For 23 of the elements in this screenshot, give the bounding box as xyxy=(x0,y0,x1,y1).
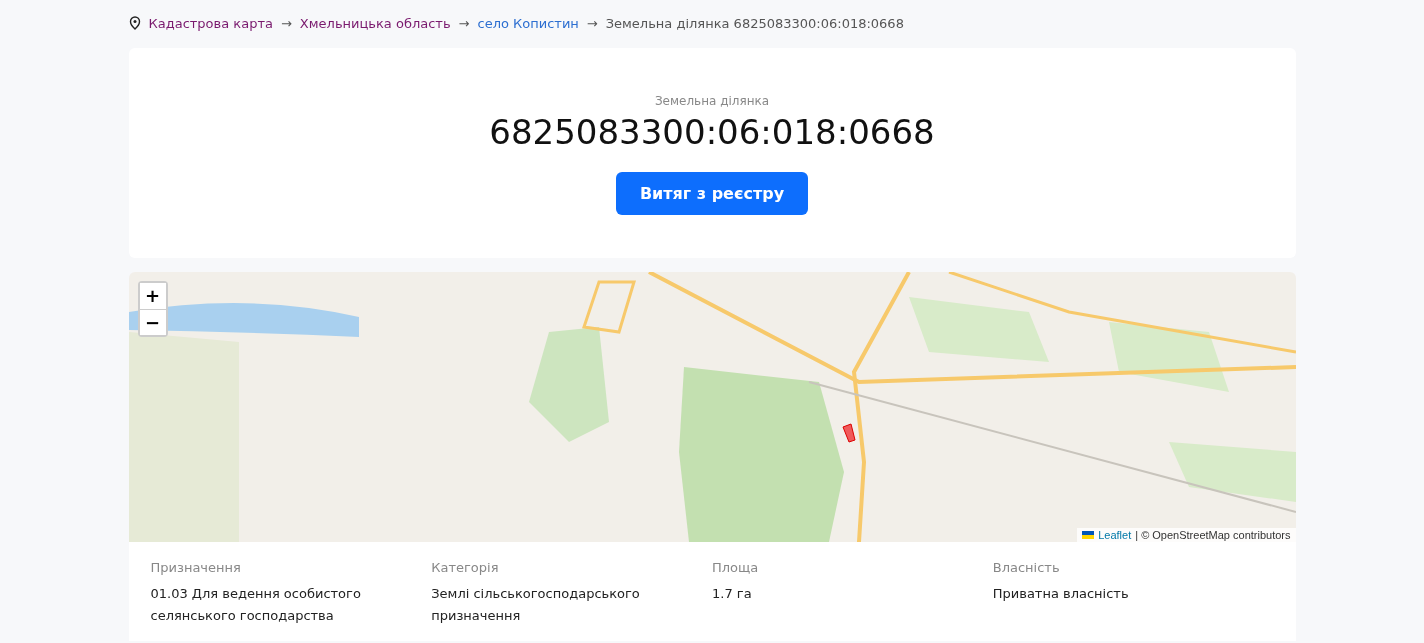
detail-value: 01.03 Для ведення особистого селянського господарства xyxy=(150,585,362,625)
detail-value: Землі сільськогосподарського призначення xyxy=(431,585,641,625)
breadcrumb-current: Земельна ділянка 6825083300:06:018:0668 xyxy=(605,15,904,31)
detail-value: 1.7 га xyxy=(712,585,753,603)
flag-icon xyxy=(1082,531,1095,539)
parcel-subtitle: Земельна ділянка xyxy=(654,94,770,108)
detail-value: Приватна власність xyxy=(992,585,1130,603)
breadcrumb-link[interactable]: Хмельницька область xyxy=(299,15,451,31)
cadastral-number: 6825083300:06:018:0668 xyxy=(489,112,935,152)
breadcrumb-separator: → xyxy=(586,15,598,31)
zoom-out-button[interactable]: − xyxy=(139,309,166,335)
breadcrumb-separator: → xyxy=(280,15,292,31)
extract-button[interactable]: Витяг з реєстру xyxy=(615,172,809,215)
breadcrumb-link[interactable]: Кадастрова карта xyxy=(148,15,273,31)
detail-label: Площа xyxy=(712,560,760,575)
detail-label: Призначення xyxy=(150,560,242,575)
detail-label: Власність xyxy=(992,560,1061,575)
detail-label: Категорія xyxy=(431,560,500,575)
breadcrumb-link[interactable]: село Копистин xyxy=(477,15,579,31)
location-pin-icon xyxy=(128,16,141,30)
leaflet-link[interactable]: Leaflet xyxy=(1098,529,1132,541)
attribution-text: | © OpenStreetMap contributors xyxy=(1135,529,1291,541)
breadcrumb-separator: → xyxy=(458,15,470,31)
